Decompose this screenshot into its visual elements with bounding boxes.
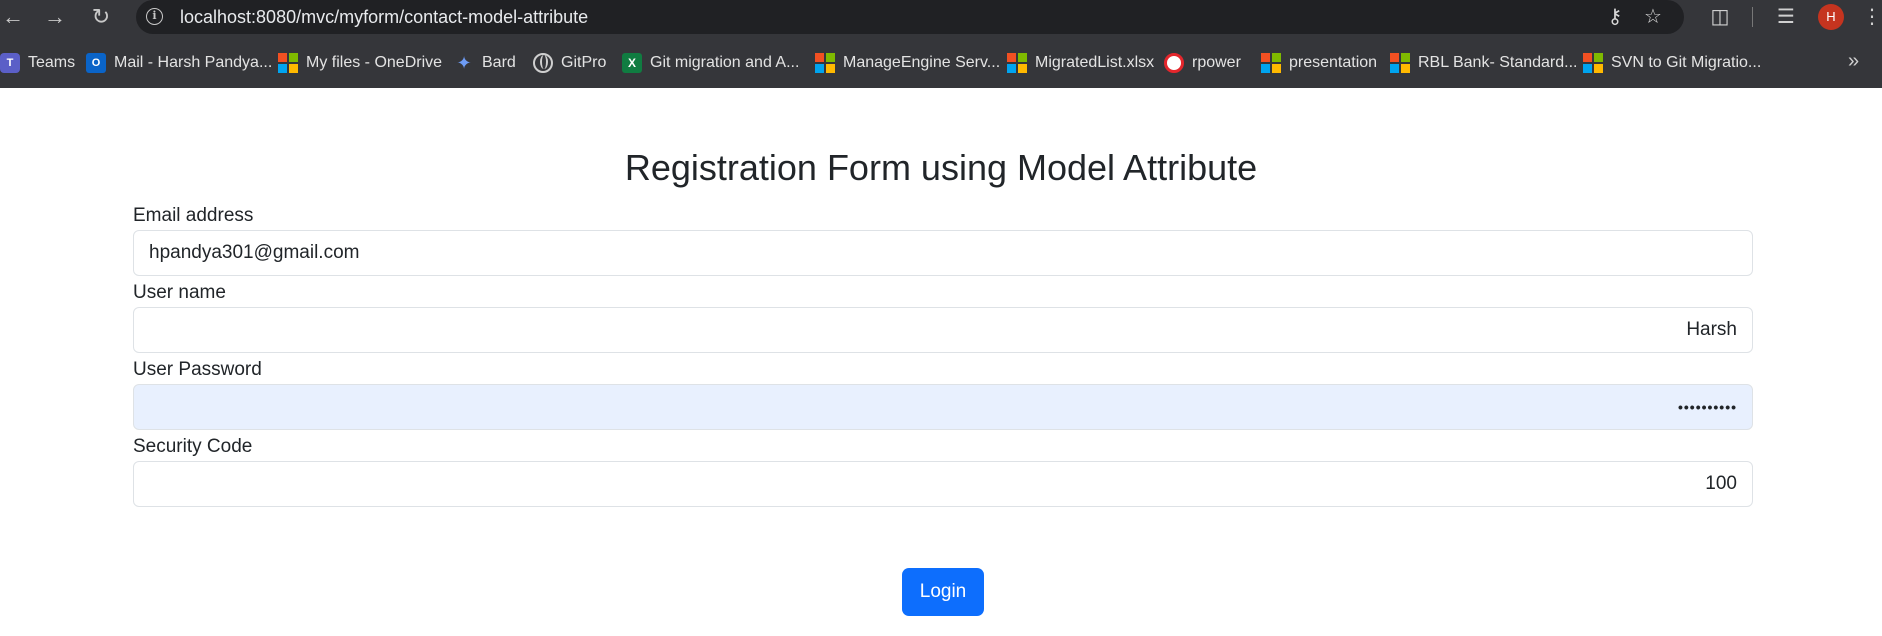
bookmark-git-migration[interactable]: X Git migration and A... bbox=[622, 50, 799, 76]
bookmark-presentation[interactable]: presentation bbox=[1261, 50, 1377, 76]
bookmarks-bar: T Teams O Mail - Harsh Pandya... My file… bbox=[0, 48, 1882, 78]
toolbar-divider bbox=[1752, 7, 1753, 27]
bookmark-rbl-bank[interactable]: RBL Bank- Standard... bbox=[1390, 50, 1578, 76]
bookmark-star-icon[interactable]: ☆ bbox=[1640, 5, 1666, 29]
bookmark-svn-to-git[interactable]: SVN to Git Migratio... bbox=[1583, 50, 1761, 76]
page-title: Registration Form using Model Attribute bbox=[624, 147, 1258, 188]
site-info-icon[interactable]: i bbox=[146, 8, 163, 25]
reload-icon[interactable]: ↻ bbox=[88, 4, 114, 30]
teams-icon: T bbox=[0, 53, 20, 73]
globe-icon bbox=[533, 53, 553, 73]
forward-arrow-icon[interactable]: → bbox=[42, 4, 68, 30]
bookmark-label: GitPro bbox=[561, 54, 607, 71]
bookmark-bard[interactable]: ✦ Bard bbox=[454, 50, 516, 76]
oracle-icon bbox=[1164, 53, 1184, 73]
excel-icon: X bbox=[622, 53, 642, 73]
username-label: User name bbox=[133, 282, 226, 303]
page-content: Registration Form using Model Attribute … bbox=[0, 88, 1882, 636]
bookmark-label: Teams bbox=[28, 54, 76, 71]
bookmark-label: My files - OneDrive bbox=[306, 54, 443, 71]
bard-sparkle-icon: ✦ bbox=[456, 53, 472, 73]
address-bar-url[interactable]: localhost:8080/mvc/myform/contact-model-… bbox=[180, 6, 588, 28]
bookmark-label: rpower bbox=[1192, 54, 1241, 71]
microsoft-icon bbox=[815, 53, 835, 73]
email-label: Email address bbox=[133, 205, 254, 226]
bookmark-onedrive[interactable]: My files - OneDrive bbox=[278, 50, 442, 76]
bookmark-label: ManageEngine Serv... bbox=[843, 54, 1001, 71]
bookmark-rpower[interactable]: rpower bbox=[1164, 50, 1241, 76]
bookmark-gitpro[interactable]: GitPro bbox=[533, 50, 606, 76]
bookmark-label: RBL Bank- Standard... bbox=[1418, 54, 1578, 71]
security-code-field[interactable]: 100 bbox=[133, 461, 1753, 507]
bookmark-mail[interactable]: O Mail - Harsh Pandya... bbox=[86, 50, 272, 76]
password-label: User Password bbox=[133, 359, 262, 380]
bookmark-label: Bard bbox=[482, 54, 516, 71]
browser-menu-icon[interactable]: ⋮ bbox=[1862, 4, 1882, 30]
microsoft-icon bbox=[1007, 53, 1027, 73]
microsoft-icon bbox=[1261, 53, 1281, 73]
bookmark-manageengine[interactable]: ManageEngine Serv... bbox=[815, 50, 1000, 76]
address-bar[interactable]: i localhost:8080/mvc/myform/contact-mode… bbox=[136, 0, 1684, 34]
bookmark-migratedlist[interactable]: MigratedList.xlsx bbox=[1007, 50, 1154, 76]
browser-chrome: ← → ↻ i localhost:8080/mvc/myform/contac… bbox=[0, 0, 1882, 88]
username-field[interactable]: Harsh bbox=[133, 307, 1753, 353]
bookmark-label: MigratedList.xlsx bbox=[1035, 54, 1155, 71]
more-bookmarks-icon[interactable]: » bbox=[1848, 50, 1859, 73]
microsoft-icon bbox=[1583, 53, 1603, 73]
outlook-icon: O bbox=[86, 53, 106, 73]
bookmark-label: presentation bbox=[1289, 54, 1378, 71]
microsoft-icon bbox=[278, 53, 298, 73]
password-key-icon[interactable]: ⚷ bbox=[1602, 5, 1628, 29]
bookmark-teams[interactable]: T Teams bbox=[0, 50, 75, 76]
email-field[interactable]: hpandya301@gmail.com bbox=[133, 230, 1753, 276]
extensions-icon[interactable]: ◫ bbox=[1706, 4, 1734, 30]
password-field[interactable]: •••••••••• bbox=[133, 384, 1753, 430]
bookmark-label: SVN to Git Migratio... bbox=[1611, 54, 1762, 71]
login-button[interactable]: Login bbox=[902, 568, 984, 616]
back-arrow-icon[interactable]: ← bbox=[0, 4, 26, 30]
security-code-label: Security Code bbox=[133, 436, 253, 457]
profile-avatar[interactable]: H bbox=[1818, 4, 1844, 30]
bookmark-label: Mail - Harsh Pandya... bbox=[114, 54, 273, 71]
media-queue-icon[interactable]: ☰ bbox=[1772, 4, 1800, 30]
microsoft-icon bbox=[1390, 53, 1410, 73]
bookmark-label: Git migration and A... bbox=[650, 54, 800, 71]
